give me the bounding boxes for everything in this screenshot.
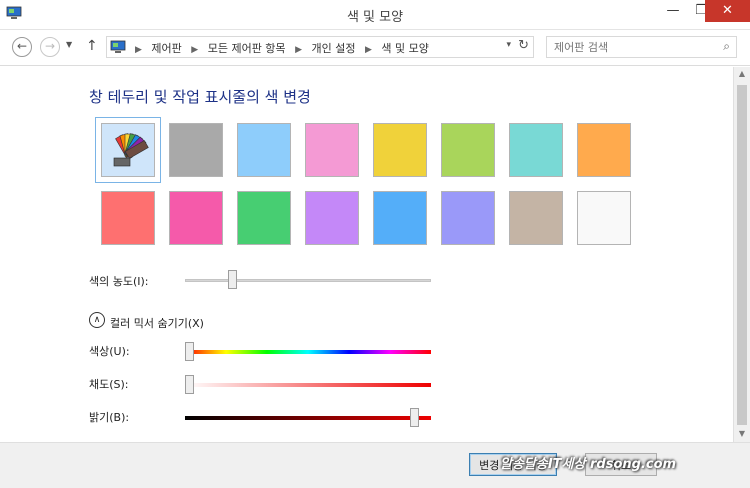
scroll-up-icon[interactable]: ▲ xyxy=(734,69,750,78)
search-input[interactable] xyxy=(547,37,707,57)
color-swatch-pink[interactable] xyxy=(305,123,359,177)
vertical-scrollbar[interactable]: ▲ ▼ xyxy=(733,67,750,442)
color-swatch-orange[interactable] xyxy=(577,123,631,177)
breadcrumb-personalization[interactable]: 개인 설정 xyxy=(311,42,355,55)
forward-arrow-icon[interactable]: → xyxy=(40,37,60,57)
hue-label: 색상(U): xyxy=(89,345,130,358)
intensity-slider-thumb[interactable] xyxy=(228,270,237,289)
recent-locations-chevron-icon[interactable]: ▼ xyxy=(66,40,72,49)
hue-gradient-track[interactable] xyxy=(185,350,431,354)
saturation-label: 채도(S): xyxy=(89,378,129,391)
color-swatch-red[interactable] xyxy=(101,191,155,245)
color-swatch-lime[interactable] xyxy=(441,123,495,177)
search-icon[interactable]: ⌕ xyxy=(723,39,730,54)
breadcrumb-separator-icon[interactable]: ▶ xyxy=(135,45,142,55)
minimize-icon[interactable]: — xyxy=(659,0,687,22)
control-panel-icon xyxy=(110,40,126,53)
color-swatch-yellow[interactable] xyxy=(373,123,427,177)
color-swatch-taupe[interactable] xyxy=(509,191,563,245)
breadcrumb-color-appearance[interactable]: 색 및 모양 xyxy=(381,42,428,55)
search-box[interactable]: ⌕ xyxy=(546,36,737,58)
color-swatch-gray[interactable] xyxy=(169,123,223,177)
saturation-slider-thumb[interactable] xyxy=(185,375,194,394)
color-mixer-toggle-label[interactable]: 컬러 믹서 숨기기(X) xyxy=(110,315,204,331)
color-swatch-periwinkle[interactable] xyxy=(441,191,495,245)
color-swatch-blue[interactable] xyxy=(373,191,427,245)
breadcrumb-control-panel[interactable]: 제어판 xyxy=(151,42,181,55)
navigation-bar: ← → ▼ ↑ ▶ 제어판 ▶ 모든 제어판 항목 ▶ 개인 설정 ▶ 색 및 … xyxy=(0,30,750,66)
up-arrow-icon[interactable]: ↑ xyxy=(86,38,98,54)
color-swatch-magenta[interactable] xyxy=(169,191,223,245)
color-swatch-automatic[interactable] xyxy=(95,117,161,183)
color-swatch-sky-blue[interactable] xyxy=(237,123,291,177)
footer-bar: 변경 내용 저장 취소 알송달송IT세상 rdsong.com xyxy=(0,442,750,488)
collapse-chevron-icon[interactable]: ∧ xyxy=(89,312,105,328)
hue-slider-thumb[interactable] xyxy=(185,342,194,361)
content-area: 창 테두리 및 작업 표시줄의 색 변경 색의 농도(I): ∧ 컬러 믹서 숨… xyxy=(0,67,733,442)
color-swatch-white[interactable] xyxy=(577,191,631,245)
breadcrumb-separator-icon[interactable]: ▶ xyxy=(191,45,198,55)
refresh-icon[interactable]: ↻ xyxy=(518,38,529,53)
page-title: 창 테두리 및 작업 표시줄의 색 변경 xyxy=(89,88,311,106)
brightness-gradient-track[interactable] xyxy=(185,416,431,420)
color-swatch-green[interactable] xyxy=(237,191,291,245)
breadcrumb-separator-icon[interactable]: ▶ xyxy=(365,45,372,55)
watermark: 알송달송IT세상 rdsong.com xyxy=(500,457,677,472)
intensity-track[interactable] xyxy=(185,279,431,282)
color-swatch-violet[interactable] xyxy=(305,191,359,245)
breadcrumb-separator-icon[interactable]: ▶ xyxy=(295,45,302,55)
close-icon[interactable]: ✕ xyxy=(705,0,750,22)
color-swatch-teal[interactable] xyxy=(509,123,563,177)
breadcrumb-all-items[interactable]: 모든 제어판 항목 xyxy=(208,42,286,55)
window-title: 색 및 모양 xyxy=(346,10,404,25)
address-dropdown-icon[interactable]: ▾ xyxy=(506,40,511,50)
saturation-gradient-track[interactable] xyxy=(185,383,431,387)
address-bar[interactable]: ▶ 제어판 ▶ 모든 제어판 항목 ▶ 개인 설정 ▶ 색 및 모양 ▾ ↻ xyxy=(106,36,534,58)
color-palette-icon xyxy=(113,133,149,167)
breadcrumb: ▶ 제어판 ▶ 모든 제어판 항목 ▶ 개인 설정 ▶ 색 및 모양 xyxy=(129,40,429,56)
brightness-label: 밝기(B): xyxy=(89,411,130,424)
scroll-down-icon[interactable]: ▼ xyxy=(734,429,750,438)
back-arrow-icon[interactable]: ← xyxy=(12,37,32,57)
scrollbar-thumb[interactable] xyxy=(737,85,747,425)
brightness-slider-thumb[interactable] xyxy=(410,408,419,427)
intensity-label: 색의 농도(I): xyxy=(89,275,149,288)
title-bar: 색 및 모양 — ❐ ✕ xyxy=(0,0,750,30)
